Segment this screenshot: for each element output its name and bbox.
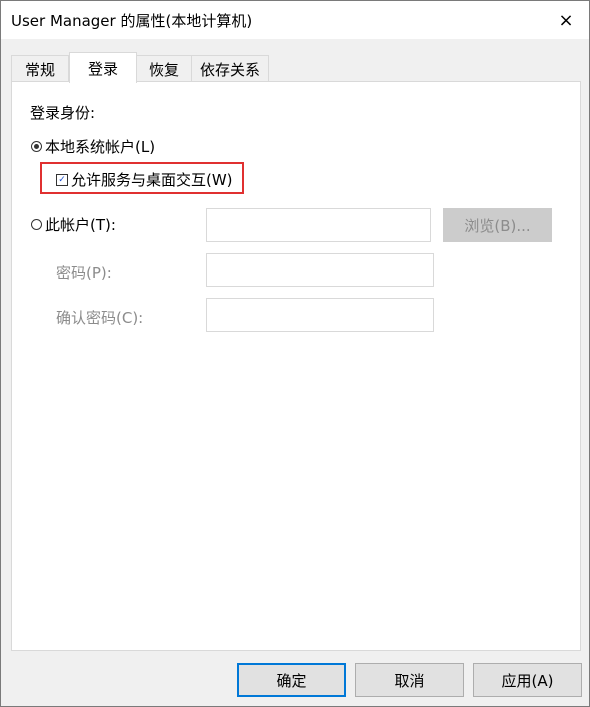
checkmark-icon: ✓ xyxy=(58,175,66,185)
interact-desktop-checkbox[interactable]: ✓ xyxy=(56,174,68,186)
apply-button[interactable]: 应用(A) xyxy=(473,663,582,697)
browse-button[interactable]: 浏览(B)... xyxy=(443,208,552,242)
close-icon: × xyxy=(558,9,574,31)
tab-logon-label: 登录 xyxy=(87,59,118,78)
account-input[interactable] xyxy=(206,208,431,242)
local-system-label[interactable]: 本地系统帐户(L) xyxy=(45,136,155,157)
tab-dependencies-label: 依存关系 xyxy=(199,60,260,79)
confirm-password-label: 确认密码(C): xyxy=(56,309,144,327)
properties-dialog: User Manager 的属性(本地计算机) × 常规 登录 恢复 依存关系 … xyxy=(0,0,590,707)
title-bar: User Manager 的属性(本地计算机) × xyxy=(1,1,589,39)
tab-recovery[interactable]: 恢复 xyxy=(135,55,193,82)
close-button[interactable]: × xyxy=(543,1,589,39)
cancel-button[interactable]: 取消 xyxy=(355,663,464,697)
tab-general-label: 常规 xyxy=(24,60,55,79)
tab-logon[interactable]: 登录 xyxy=(69,52,137,83)
tab-general[interactable]: 常规 xyxy=(11,55,69,82)
this-account-label[interactable]: 此帐户(T): xyxy=(45,214,116,235)
cancel-label: 取消 xyxy=(394,671,425,690)
password-input[interactable] xyxy=(206,253,434,287)
password-label: 密码(P): xyxy=(56,264,112,282)
ok-label: 确定 xyxy=(276,671,307,690)
apply-label: 应用(A) xyxy=(501,671,554,690)
interact-desktop-label[interactable]: 允许服务与桌面交互(W) xyxy=(71,169,233,190)
this-account-radio[interactable] xyxy=(31,219,42,230)
window-title: User Manager 的属性(本地计算机) xyxy=(11,12,253,30)
local-system-radio[interactable] xyxy=(31,141,42,152)
browse-label: 浏览(B)... xyxy=(464,216,531,235)
tab-dependencies[interactable]: 依存关系 xyxy=(191,55,269,82)
ok-button[interactable]: 确定 xyxy=(237,663,346,697)
tab-recovery-label: 恢复 xyxy=(148,60,179,79)
logon-as-label: 登录身份: xyxy=(30,104,96,122)
confirm-password-input[interactable] xyxy=(206,298,434,332)
